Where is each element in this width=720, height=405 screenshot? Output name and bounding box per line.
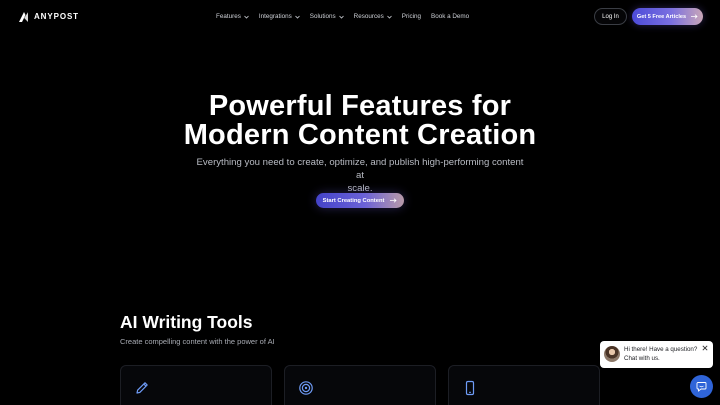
section-title: AI Writing Tools (120, 312, 253, 332)
pencil-icon (136, 382, 148, 394)
free-articles-button[interactable]: Get 5 Free Articles (632, 8, 703, 25)
feature-card[interactable] (120, 365, 272, 405)
hero-title-line: Powerful Features for (208, 90, 512, 122)
hero-title-line: Modern Content Creation (183, 119, 537, 151)
top-navigation: ANYPOST Features Integrations Solutions … (0, 0, 720, 34)
chat-launcher-icon (696, 382, 707, 392)
login-button-label: Log In (602, 13, 619, 20)
nav-item-label: Features (216, 13, 241, 20)
chevron-down-icon (338, 15, 344, 19)
start-creating-button[interactable]: Start Creating Content (316, 193, 404, 208)
nav-item-features[interactable]: Features (216, 13, 249, 20)
free-articles-button-label: Get 5 Free Articles (636, 13, 687, 20)
hero-subtitle: Everything you need to create, optimize,… (195, 156, 525, 195)
chat-line: Chat with us. (624, 355, 660, 362)
nav-item-book-demo[interactable]: Book a Demo (431, 13, 469, 20)
chat-greeting-text: Hi there! Have a question? Chat with us. (624, 345, 702, 363)
section-subtitle: Create compelling content with the power… (120, 337, 275, 346)
nav-item-label: Solutions (309, 13, 336, 20)
mobile-icon (465, 380, 475, 396)
nav-item-integrations[interactable]: Integrations (259, 13, 300, 20)
brand-name: ANYPOST (34, 12, 79, 21)
feature-card[interactable] (448, 365, 600, 405)
nav-links: Features Integrations Solutions Resource… (216, 11, 469, 22)
feature-card[interactable] (284, 365, 436, 405)
nav-item-resources[interactable]: Resources (354, 13, 392, 20)
anypost-logo-icon (19, 11, 28, 22)
agent-avatar (604, 346, 620, 362)
brand-logo[interactable]: ANYPOST (18, 10, 79, 23)
arrow-right-icon (390, 198, 398, 203)
nav-item-label: Book a Demo (431, 13, 470, 20)
nav-item-pricing[interactable]: Pricing (402, 13, 421, 20)
chat-line: Hi there! Have a question? (624, 346, 698, 353)
close-icon[interactable] (702, 345, 708, 351)
start-creating-button-label: Start Creating Content (322, 197, 385, 204)
nav-item-solutions[interactable]: Solutions (310, 13, 344, 20)
chevron-down-icon (386, 15, 392, 19)
chat-greeting-bubble[interactable]: Hi there! Have a question? Chat with us. (600, 341, 713, 368)
nav-item-label: Pricing (401, 13, 422, 20)
hero-subtitle-line: Everything you need to create, optimize,… (196, 157, 524, 181)
hero-title: Powerful Features for Modern Content Cre… (0, 92, 720, 150)
chevron-down-icon (294, 15, 300, 19)
target-icon (299, 381, 313, 395)
chevron-down-icon (244, 15, 249, 19)
nav-item-label: Resources (353, 13, 384, 20)
login-button[interactable]: Log In (594, 8, 627, 25)
arrow-right-icon (691, 14, 698, 19)
nav-item-label: Integrations (258, 13, 292, 20)
chat-launcher-button[interactable] (690, 375, 713, 398)
